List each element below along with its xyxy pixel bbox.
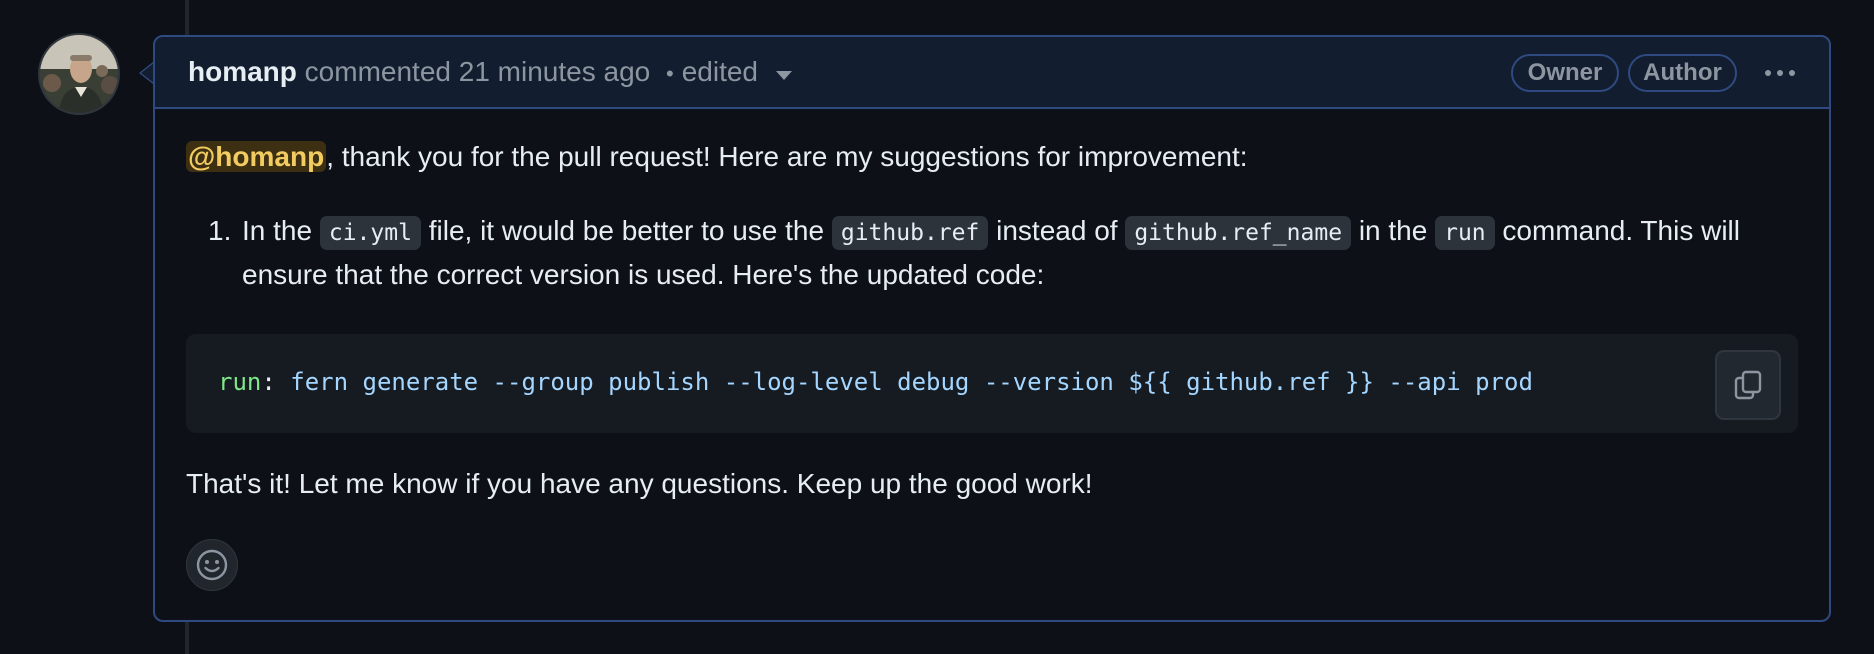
triangle-down-icon bbox=[776, 71, 792, 81]
inline-code: ci.yml bbox=[319, 216, 421, 250]
list-number: 1. bbox=[208, 215, 232, 246]
list-item: In the ci.yml file, it would be better t… bbox=[242, 210, 1742, 296]
copy-button[interactable] bbox=[1715, 350, 1781, 420]
add-reaction-button[interactable] bbox=[186, 539, 238, 591]
code-colon: : bbox=[261, 368, 276, 396]
list-text-segment: In the bbox=[242, 215, 320, 246]
comment-meta: homanp commented 21 minutes ago • edited bbox=[188, 54, 792, 92]
code-line: run: fern generate --group publish --log… bbox=[218, 364, 1533, 400]
inline-code: github.ref bbox=[831, 216, 989, 250]
smiley-icon bbox=[196, 549, 228, 581]
edited-label: edited bbox=[681, 56, 758, 87]
code-block: run: fern generate --group publish --log… bbox=[186, 334, 1798, 433]
list-text-segment: in the bbox=[1351, 215, 1436, 246]
separator-dot: • bbox=[666, 61, 674, 86]
copy-icon bbox=[1734, 370, 1762, 400]
list-text-segment: instead of bbox=[988, 215, 1126, 246]
intro-text: , thank you for the pull request! Here a… bbox=[326, 141, 1248, 172]
author-avatar[interactable] bbox=[38, 33, 120, 115]
owner-badge: Owner bbox=[1511, 54, 1619, 92]
user-mention[interactable]: @homanp bbox=[186, 141, 327, 172]
comment-action: commented bbox=[304, 56, 451, 87]
closing-paragraph: That's it! Let me know if you have any q… bbox=[186, 468, 1093, 499]
author-link[interactable]: homanp bbox=[188, 56, 297, 87]
code-key: run bbox=[218, 368, 262, 396]
code-value: fern generate --group publish --log-leve… bbox=[275, 368, 1533, 396]
inline-code: github.ref_name bbox=[1125, 216, 1352, 250]
author-badge: Author bbox=[1628, 54, 1737, 92]
comment-box: homanp commented 21 minutes ago • edited … bbox=[153, 35, 1831, 622]
intro-paragraph: @homanp, thank you for the pull request!… bbox=[186, 137, 1248, 177]
comment-header: homanp commented 21 minutes ago • edited … bbox=[155, 37, 1829, 109]
avatar-photo bbox=[40, 35, 118, 113]
list-text-segment: file, it would be better to use the bbox=[420, 215, 832, 246]
kebab-horizontal-icon[interactable] bbox=[1758, 61, 1802, 85]
comment-timestamp[interactable]: 21 minutes ago bbox=[459, 56, 650, 87]
inline-code: run bbox=[1435, 216, 1495, 250]
edited-dropdown[interactable]: edited bbox=[682, 56, 792, 87]
